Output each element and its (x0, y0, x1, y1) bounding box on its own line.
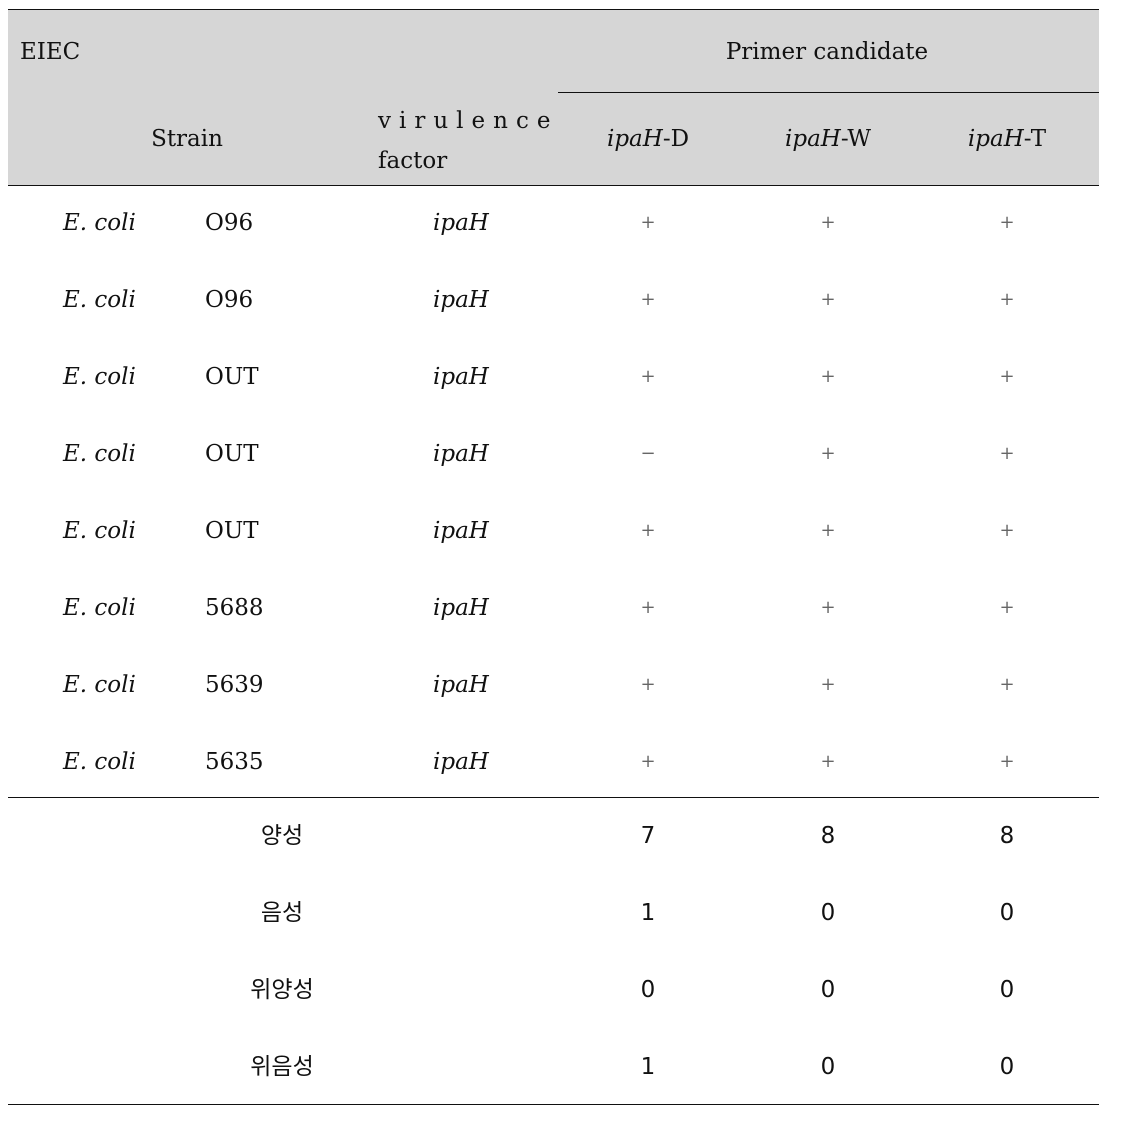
summary-value: 1 (640, 900, 656, 926)
species-cell: E. coli (63, 210, 136, 236)
result-cell: + (640, 366, 656, 387)
result-cell: + (640, 212, 656, 233)
summary-value: 0 (999, 900, 1015, 926)
summary-value: 1 (640, 1054, 656, 1080)
result-cell: + (999, 674, 1015, 695)
result-cell: + (820, 520, 836, 541)
virulence-factor-cell: ipaH (433, 518, 489, 544)
strain-cell: O96 (205, 287, 254, 313)
table-bottom-rule (8, 1104, 1099, 1105)
result-cell: + (999, 212, 1015, 233)
virulence-factor-cell: ipaH (433, 364, 489, 390)
summary-value: 8 (999, 823, 1015, 849)
strain-header: Strain (151, 126, 223, 152)
summary-label: 위양성 (250, 977, 314, 1003)
result-cell: + (820, 674, 836, 695)
summary-value: 0 (999, 1054, 1015, 1080)
result-cell: + (999, 366, 1015, 387)
species-cell: E. coli (63, 595, 136, 621)
result-cell: + (820, 751, 836, 772)
result-cell: + (640, 674, 656, 695)
result-cell: − (640, 443, 656, 464)
summary-value: 0 (820, 977, 836, 1003)
strain-cell: O96 (205, 210, 254, 236)
result-cell: + (640, 289, 656, 310)
virulence-header-line1: virulence (378, 108, 559, 134)
summary-value: 8 (820, 823, 836, 849)
species-cell: E. coli (63, 518, 136, 544)
species-cell: E. coli (63, 749, 136, 775)
result-cell: + (999, 520, 1015, 541)
result-cell: + (999, 289, 1015, 310)
result-cell: + (999, 443, 1015, 464)
virulence-factor-cell: ipaH (433, 441, 489, 467)
result-cell: + (640, 751, 656, 772)
primer-group-label: Primer candidate (725, 39, 929, 65)
strain-cell: OUT (205, 518, 259, 544)
summary-label: 양성 (260, 823, 304, 849)
summary-value: 0 (640, 977, 656, 1003)
summary-divider (8, 797, 1099, 798)
primer-header-t: ipaH-T (967, 126, 1047, 152)
result-cell: + (640, 597, 656, 618)
strain-cell: OUT (205, 364, 259, 390)
result-cell: + (820, 212, 836, 233)
primer-header-w: ipaH-W (784, 126, 872, 152)
group-label: EIEC (20, 39, 81, 65)
result-cell: + (999, 597, 1015, 618)
strain-cell: 5688 (205, 595, 264, 621)
virulence-factor-cell: ipaH (433, 672, 489, 698)
result-cell: + (999, 751, 1015, 772)
result-cell: + (640, 520, 656, 541)
virulence-factor-cell: ipaH (433, 595, 489, 621)
species-cell: E. coli (63, 441, 136, 467)
species-cell: E. coli (63, 287, 136, 313)
summary-label: 음성 (260, 900, 304, 926)
primer-header-d: ipaH-D (606, 126, 690, 152)
summary-value: 7 (640, 823, 656, 849)
result-cell: + (820, 443, 836, 464)
virulence-header-line2: factor (378, 148, 448, 174)
summary-value: 0 (999, 977, 1015, 1003)
summary-label: 위음성 (250, 1054, 314, 1080)
strain-cell: OUT (205, 441, 259, 467)
result-cell: + (820, 366, 836, 387)
result-cell: + (820, 597, 836, 618)
species-cell: E. coli (63, 364, 136, 390)
header-divider (558, 92, 1099, 93)
strain-cell: 5635 (205, 749, 264, 775)
summary-value: 0 (820, 900, 836, 926)
table-header: EIEC Primer candidate Strain virulence f… (8, 9, 1099, 186)
virulence-factor-cell: ipaH (433, 210, 489, 236)
summary-value: 0 (820, 1054, 836, 1080)
strain-cell: 5639 (205, 672, 264, 698)
virulence-factor-cell: ipaH (433, 749, 489, 775)
species-cell: E. coli (63, 672, 136, 698)
result-cell: + (820, 289, 836, 310)
virulence-factor-cell: ipaH (433, 287, 489, 313)
